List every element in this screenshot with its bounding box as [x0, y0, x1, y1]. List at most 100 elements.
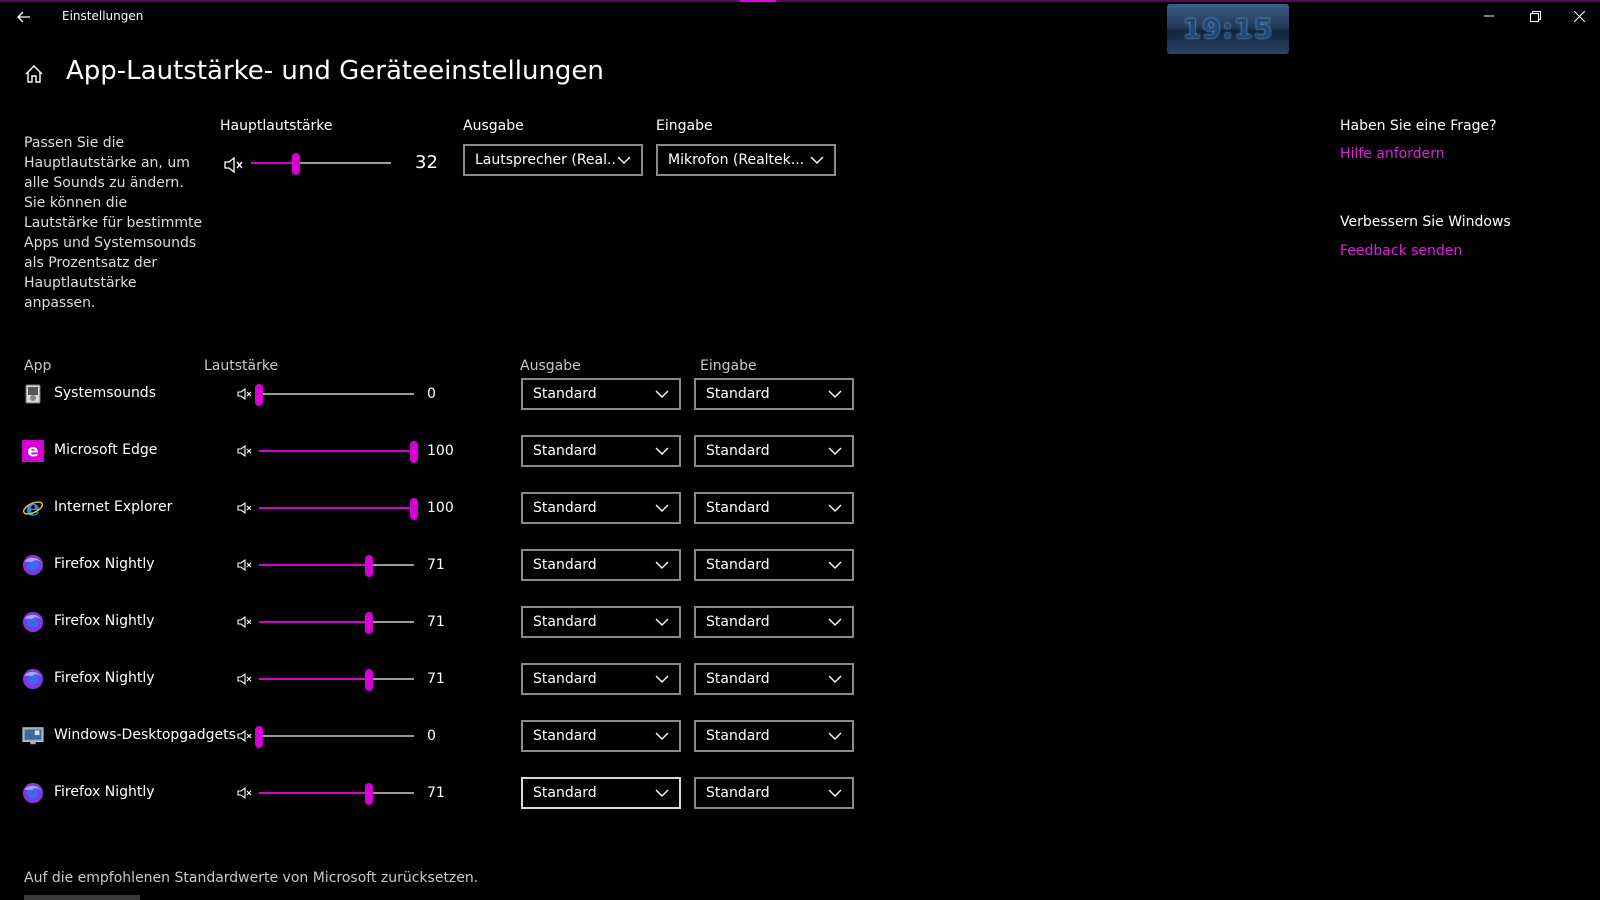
- app-input-value: Standard: [706, 785, 770, 801]
- app-input-value: Standard: [706, 443, 770, 459]
- app-volume-slider[interactable]: [259, 612, 414, 634]
- app-volume-slider[interactable]: [255, 726, 414, 748]
- input-device-value: Mikrofon (Realtek...: [668, 152, 805, 168]
- app-output-value: Standard: [533, 785, 597, 801]
- chevron-down-icon: [828, 503, 842, 513]
- chevron-down-icon: [655, 617, 669, 627]
- app-input-dropdown[interactable]: Standard: [694, 492, 854, 524]
- app-volume-thumb[interactable]: [255, 384, 263, 406]
- app-volume-slider[interactable]: [259, 669, 414, 691]
- app-output-dropdown[interactable]: Standard: [521, 606, 681, 638]
- app-volume-thumb[interactable]: [365, 669, 374, 691]
- app-volume-value: 100: [427, 443, 454, 459]
- help-link[interactable]: Hilfe anfordern: [1340, 146, 1445, 162]
- app-volume-thumb[interactable]: [365, 783, 374, 805]
- app-volume-thumb[interactable]: [365, 555, 374, 577]
- app-output-dropdown[interactable]: Standard: [521, 435, 681, 467]
- speaker-muted-icon: [237, 730, 253, 742]
- description-text: Passen Sie die Hauptlautstärke an, um al…: [24, 135, 203, 311]
- app-output-value: Standard: [533, 728, 597, 744]
- back-arrow-icon: [17, 11, 30, 23]
- app-volume-slider[interactable]: [259, 441, 418, 463]
- app-input-dropdown[interactable]: Standard: [694, 663, 854, 695]
- app-mute-button[interactable]: [236, 500, 254, 516]
- input-device-dropdown[interactable]: Mikrofon (Realtek...: [656, 144, 836, 176]
- feedback-link[interactable]: Feedback senden: [1340, 243, 1462, 259]
- app-volume-slider[interactable]: [259, 783, 414, 805]
- chevron-down-icon: [655, 389, 669, 399]
- app-input-dropdown[interactable]: Standard: [694, 606, 854, 638]
- app-volume-thumb[interactable]: [410, 498, 418, 520]
- chevron-down-icon: [828, 788, 842, 798]
- col-header-volume: Lautstärke: [204, 358, 279, 374]
- app-volume-fill: [259, 564, 370, 566]
- minimize-button[interactable]: [1466, 0, 1512, 32]
- internet-explorer-icon: e: [22, 496, 44, 520]
- app-mute-button[interactable]: [236, 557, 254, 573]
- app-input-dropdown[interactable]: Standard: [694, 378, 854, 410]
- system-sounds-icon: [22, 383, 44, 405]
- app-volume-thumb[interactable]: [365, 612, 374, 634]
- app-input-dropdown[interactable]: Standard: [694, 435, 854, 467]
- app-output-dropdown[interactable]: Standard: [521, 492, 681, 524]
- app-mute-button[interactable]: [236, 614, 254, 630]
- app-mute-button[interactable]: [236, 386, 254, 402]
- app-volume-value: 71: [427, 785, 445, 801]
- master-mute-button[interactable]: [224, 155, 244, 175]
- chevron-down-icon: [828, 617, 842, 627]
- app-volume-fill: [259, 507, 414, 509]
- page-title: App-Lautstärke- und Geräteeinstellungen: [66, 56, 604, 86]
- app-output-value: Standard: [533, 386, 597, 402]
- app-output-dropdown[interactable]: Standard: [521, 663, 681, 695]
- app-volume-value: 0: [427, 728, 436, 744]
- home-button[interactable]: [20, 60, 48, 88]
- app-volume-slider[interactable]: [255, 384, 414, 406]
- app-volume-thumb[interactable]: [410, 441, 418, 463]
- chevron-down-icon: [655, 731, 669, 741]
- app-mute-button[interactable]: [236, 785, 254, 801]
- firefox-nightly-icon: [22, 668, 44, 690]
- output-device-dropdown[interactable]: Lautsprecher (Real...: [463, 144, 643, 176]
- app-input-dropdown[interactable]: Standard: [694, 549, 854, 581]
- speaker-muted-icon: [237, 616, 253, 628]
- app-output-dropdown[interactable]: Standard: [521, 720, 681, 752]
- reset-button[interactable]: [24, 895, 140, 900]
- back-button[interactable]: [10, 4, 38, 30]
- app-output-dropdown[interactable]: Standard: [521, 549, 681, 581]
- app-volume-slider[interactable]: [259, 498, 418, 520]
- app-volume-value: 100: [427, 500, 454, 516]
- app-name: Windows-Desktopgadgets: [54, 727, 236, 743]
- app-output-dropdown[interactable]: Standard: [521, 378, 681, 410]
- app-name: Firefox Nightly: [54, 613, 155, 629]
- speaker-muted-icon: [237, 502, 253, 514]
- output-device-label: Ausgabe: [463, 118, 524, 134]
- restore-button[interactable]: [1512, 0, 1558, 32]
- app-input-dropdown[interactable]: Standard: [694, 720, 854, 752]
- svg-text:e: e: [26, 496, 40, 520]
- app-mute-button[interactable]: [236, 443, 254, 459]
- app-volume-track: [369, 621, 414, 623]
- improve-windows-heading: Verbessern Sie Windows: [1340, 214, 1511, 230]
- app-mute-button[interactable]: [236, 671, 254, 687]
- app-output-dropdown[interactable]: Standard: [521, 777, 681, 809]
- app-volume-thumb[interactable]: [255, 726, 263, 748]
- close-button[interactable]: [1558, 0, 1600, 32]
- app-volume-fill: [259, 678, 370, 680]
- firefox-nightly-icon: [22, 782, 44, 804]
- master-volume-fill: [251, 162, 296, 164]
- app-mute-button[interactable]: [236, 728, 254, 744]
- app-volume-fill: [259, 450, 414, 452]
- output-device-value: Lautsprecher (Real...: [475, 152, 617, 168]
- app-volume-track: [369, 678, 414, 680]
- app-volume-value: 71: [427, 557, 445, 573]
- speaker-muted-icon: [237, 445, 253, 457]
- master-volume-thumb[interactable]: [291, 153, 300, 175]
- master-volume-slider[interactable]: [251, 153, 391, 175]
- app-volume-slider[interactable]: [259, 555, 414, 577]
- app-input-dropdown[interactable]: Standard: [694, 777, 854, 809]
- app-name: Internet Explorer: [54, 499, 173, 515]
- question-heading: Haben Sie eine Frage?: [1340, 118, 1497, 134]
- app-name: Firefox Nightly: [54, 556, 155, 572]
- speaker-muted-icon: [237, 787, 253, 799]
- app-input-value: Standard: [706, 386, 770, 402]
